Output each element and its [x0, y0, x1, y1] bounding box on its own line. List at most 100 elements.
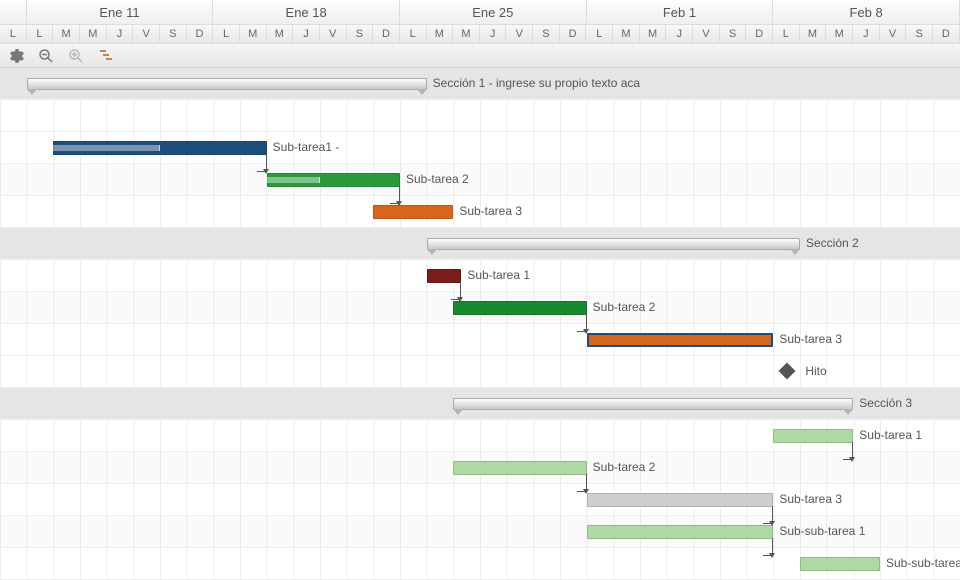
day-cell: S [720, 24, 747, 43]
week-row: Ene 11Ene 18Ene 25Feb 1Feb 8 [0, 0, 960, 24]
task-bar[interactable] [587, 525, 774, 539]
task-progress [53, 145, 160, 151]
task-label: Sub-tarea 3 [773, 332, 842, 346]
day-cell: L [586, 24, 613, 43]
timeline-header: Ene 11Ene 18Ene 25Feb 1Feb 8 LLMMJVSDLMM… [0, 0, 960, 44]
day-cell: V [133, 24, 160, 43]
day-cell: L [400, 24, 427, 43]
dependency-arrow [257, 154, 267, 172]
day-cell: L [773, 24, 800, 43]
day-cell: M [80, 24, 107, 43]
day-cell: L [213, 24, 240, 43]
task-label: Sub-tarea 3 [453, 204, 522, 218]
section-row: Sección 1 - ingrese su propio texto aca [0, 68, 960, 100]
day-cell: S [160, 24, 187, 43]
day-cell: D [746, 24, 773, 43]
outline-icon[interactable] [98, 48, 114, 64]
zoom-out-icon[interactable] [38, 48, 54, 64]
gantt-chart: Ene 11Ene 18Ene 25Feb 1Feb 8 LLMMJVSDLMM… [0, 0, 960, 580]
day-cell: M [267, 24, 294, 43]
task-row: Sub-tarea 2 [0, 164, 960, 196]
gear-icon[interactable] [8, 48, 24, 64]
day-cell: V [693, 24, 720, 43]
task-bar[interactable] [587, 493, 774, 507]
task-progress [267, 177, 320, 183]
dependency-arrow [390, 186, 400, 204]
day-cell: J [666, 24, 693, 43]
day-row: LLMMJVSDLMMJVSDLMMJVSDLMMJVSDLMMJVSD [0, 24, 960, 43]
task-label: Sub-tarea 1 [853, 428, 922, 442]
task-row: Sub-tarea 3 [0, 484, 960, 516]
task-label: Sub-tarea 3 [773, 492, 842, 506]
section-bracket[interactable] [27, 78, 427, 90]
task-label: Sub-tarea 1 [461, 268, 530, 282]
day-cell: J [480, 24, 507, 43]
dependency-arrow [763, 538, 773, 556]
task-row: Sub-sub-tarea 1 [0, 516, 960, 548]
section-bracket[interactable] [427, 238, 800, 250]
day-cell: J [853, 24, 880, 43]
day-cell: V [320, 24, 347, 43]
week-cell: Ene 18 [213, 0, 400, 24]
day-cell: S [906, 24, 933, 43]
day-cell: J [107, 24, 134, 43]
milestone-diamond[interactable] [779, 363, 796, 380]
day-cell: V [880, 24, 907, 43]
task-bar[interactable] [800, 557, 880, 571]
task-row: Hito [0, 356, 960, 388]
section-label: Sección 1 - ingrese su propio texto aca [427, 76, 640, 90]
task-bar[interactable] [773, 429, 853, 443]
zoom-in-icon[interactable] [68, 48, 84, 64]
dependency-arrow [577, 474, 587, 492]
day-cell: M [453, 24, 480, 43]
task-row: Sub-tarea 2 [0, 292, 960, 324]
day-cell: M [613, 24, 640, 43]
task-label: Sub-sub-tarea 1 [773, 524, 865, 538]
toolbar [0, 44, 960, 68]
day-cell: L [27, 24, 54, 43]
task-bar[interactable] [453, 301, 586, 315]
day-cell: D [933, 24, 960, 43]
day-cell: M [53, 24, 80, 43]
task-row: Sub-tarea 1 [0, 260, 960, 292]
week-cell: Ene 11 [27, 0, 214, 24]
task-bar[interactable] [587, 333, 774, 347]
day-cell: V [506, 24, 533, 43]
day-cell: D [187, 24, 214, 43]
day-cell: S [347, 24, 374, 43]
day-cell: M [427, 24, 454, 43]
week-cell: Feb 1 [587, 0, 774, 24]
dependency-arrow [763, 506, 773, 524]
task-row: Sub-tarea1 - [0, 132, 960, 164]
task-row: Sub-tarea 1 [0, 420, 960, 452]
task-row: Sub-tarea 3 [0, 196, 960, 228]
section-row: Sección 2 [0, 228, 960, 260]
day-cell: M [826, 24, 853, 43]
task-row: Sub-tarea 3 [0, 324, 960, 356]
task-bar[interactable] [373, 205, 453, 219]
task-label: Sub-tarea 2 [587, 460, 656, 474]
task-bar[interactable] [453, 461, 586, 475]
task-label: Sub-tarea 2 [400, 172, 469, 186]
task-label: Sub-tarea 2 [587, 300, 656, 314]
day-cell: D [560, 24, 587, 43]
task-row [0, 100, 960, 132]
day-cell: J [293, 24, 320, 43]
section-bracket[interactable] [453, 398, 853, 410]
task-row: Sub-tarea 2 [0, 452, 960, 484]
task-bar[interactable] [427, 269, 462, 283]
dependency-arrow [451, 282, 461, 300]
week-cell: Feb 8 [773, 0, 960, 24]
section-label: Sección 2 [800, 236, 859, 250]
task-row: Sub-sub-tarea 2 [0, 548, 960, 580]
gantt-rows: Sección 1 - ingrese su propio texto aca S… [0, 68, 960, 580]
day-cell: M [800, 24, 827, 43]
task-bar[interactable] [53, 141, 266, 155]
dependency-arrow [843, 442, 853, 460]
task-label: Sub-tarea1 - [267, 140, 340, 154]
task-bar[interactable] [267, 173, 400, 187]
section-label: Sección 3 [853, 396, 912, 410]
day-cell: L [0, 24, 27, 43]
week-cell: Ene 25 [400, 0, 587, 24]
dependency-arrow [577, 314, 587, 332]
